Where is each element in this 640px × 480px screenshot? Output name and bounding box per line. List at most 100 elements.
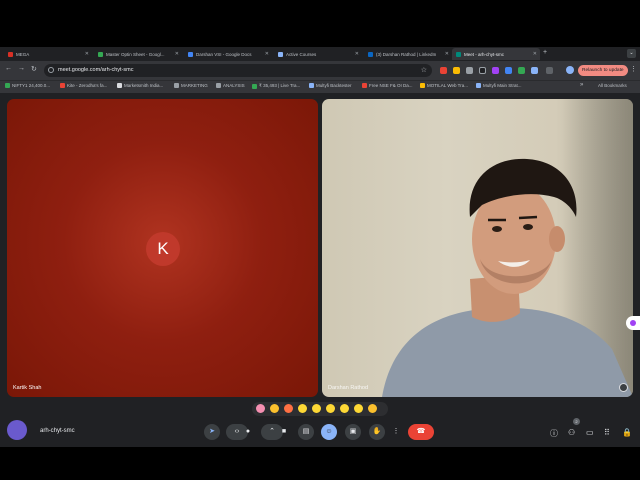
reload-icon[interactable]: ↻ bbox=[31, 65, 37, 73]
browser-toolbar: ← → ↻ meet.google.com/arh-chyt-smc ☆ Rel… bbox=[0, 61, 640, 80]
people-icon[interactable]: ⚇ bbox=[568, 428, 575, 437]
tab-label: MEGA bbox=[16, 51, 30, 57]
site-info-icon[interactable] bbox=[48, 67, 54, 73]
bookmark-folder[interactable]: ANALYSIS bbox=[216, 83, 245, 88]
surprised-face-icon[interactable] bbox=[326, 404, 335, 413]
extension-icon[interactable] bbox=[492, 67, 499, 74]
emoji-reactions-button[interactable]: ☺ bbox=[321, 424, 337, 440]
folder-icon bbox=[216, 83, 221, 88]
laughing-face-icon[interactable] bbox=[312, 404, 321, 413]
reaction-bar bbox=[252, 402, 388, 416]
browser-tab[interactable]: Active Courses ✕ bbox=[274, 48, 362, 60]
party-popper-icon[interactable] bbox=[284, 404, 293, 413]
bookmark-item[interactable]: Kite - Zerodha's fa... bbox=[60, 83, 107, 88]
close-icon[interactable]: ✕ bbox=[533, 51, 537, 57]
courses-icon bbox=[278, 51, 283, 57]
thumbs-up-icon[interactable] bbox=[270, 404, 279, 413]
more-options-icon[interactable]: ⋮ bbox=[391, 424, 401, 440]
end-call-button[interactable]: ☎ bbox=[408, 424, 434, 440]
new-tab-button[interactable]: + bbox=[543, 49, 547, 56]
extension-icon[interactable] bbox=[453, 67, 460, 74]
close-icon[interactable]: ✕ bbox=[355, 51, 359, 57]
gemini-icon bbox=[630, 320, 636, 326]
bookmark-item[interactable]: MOTILAL Web Tra... bbox=[420, 83, 468, 88]
meeting-code: arh-chyt-smc bbox=[40, 428, 75, 434]
bookmark-item[interactable]: ₹ 35,493 | Live Tra... bbox=[252, 83, 300, 89]
docs-icon bbox=[188, 51, 193, 57]
participant-tile[interactable]: K Kartik Shah bbox=[7, 99, 318, 397]
extension-icon[interactable] bbox=[440, 67, 447, 74]
host-controls-icon[interactable]: 🔒 bbox=[622, 428, 632, 437]
raise-hand-icon[interactable]: ✋ bbox=[369, 424, 385, 440]
address-text: meet.google.com/arh-chyt-smc bbox=[58, 67, 134, 73]
extensions-puzzle-icon[interactable] bbox=[546, 67, 553, 74]
extension-icon[interactable] bbox=[479, 67, 486, 74]
crying-face-icon[interactable] bbox=[340, 404, 349, 413]
browser-tab[interactable]: (3) Darshan Rathod | LinkedIn ✕ bbox=[364, 48, 452, 60]
bookmarks-overflow-button[interactable]: » bbox=[580, 82, 583, 88]
forward-icon[interactable]: → bbox=[18, 65, 25, 72]
thinking-face-icon[interactable] bbox=[354, 404, 363, 413]
camera-icon[interactable]: ■ bbox=[276, 424, 292, 440]
all-bookmarks-button[interactable]: All Bookmarks bbox=[598, 83, 627, 88]
relaunch-button[interactable]: Relaunch to update bbox=[578, 65, 628, 76]
present-screen-icon[interactable]: ▣ bbox=[345, 424, 361, 440]
bookmark-favicon-icon bbox=[420, 83, 425, 88]
bookmark-item[interactable]: Free NSE F& OI Da... bbox=[362, 83, 413, 88]
pink-heart-icon[interactable] bbox=[256, 404, 265, 413]
extension-icon[interactable] bbox=[505, 67, 512, 74]
extension-icon[interactable] bbox=[518, 67, 525, 74]
mega-icon bbox=[8, 51, 13, 57]
clapping-hands-icon[interactable] bbox=[298, 404, 307, 413]
participant-name: Kartik Shah bbox=[13, 385, 42, 391]
sheets-icon bbox=[98, 51, 103, 57]
browser-tab[interactable]: Darshan VSI - Google Docs ✕ bbox=[184, 48, 272, 60]
bookmark-favicon-icon bbox=[5, 83, 10, 88]
microphone-icon[interactable]: ● bbox=[240, 424, 256, 440]
tab-label: Active Courses bbox=[286, 51, 317, 57]
close-icon[interactable]: ✕ bbox=[175, 51, 179, 57]
bookmark-item[interactable]: Multyfi Main Strat... bbox=[476, 83, 522, 88]
bookmark-folder[interactable]: MARKETING bbox=[174, 83, 208, 88]
folder-icon bbox=[174, 83, 179, 88]
avatar: K bbox=[146, 232, 180, 266]
bookmark-star-icon[interactable]: ☆ bbox=[421, 66, 427, 74]
browser-tab[interactable]: Master Optin Sheet - Googl... ✕ bbox=[94, 48, 182, 60]
thumbs-down-icon[interactable] bbox=[368, 404, 377, 413]
profile-avatar[interactable] bbox=[566, 66, 574, 74]
info-icon[interactable]: ⓘ bbox=[550, 428, 558, 439]
tab-search-button[interactable]: ⌄ bbox=[627, 49, 636, 58]
participant-video-tile[interactable]: Darshan Rathod bbox=[322, 99, 633, 397]
browser-tab[interactable]: MEGA ✕ bbox=[4, 48, 92, 60]
captions-icon[interactable]: ▤ bbox=[298, 424, 314, 440]
browser-tab-active[interactable]: Meet - arh-chyt-smc ✕ bbox=[452, 48, 540, 60]
close-icon[interactable]: ✕ bbox=[85, 51, 89, 57]
bookmark-item[interactable]: NIFTY1 24,400.0... bbox=[5, 83, 50, 88]
tab-label: Darshan VSI - Google Docs bbox=[196, 51, 252, 57]
pin-tile-icon[interactable] bbox=[619, 383, 628, 392]
side-panel-button[interactable] bbox=[626, 316, 640, 330]
send-icon[interactable]: ➤ bbox=[204, 424, 220, 440]
chat-icon[interactable]: ▭ bbox=[586, 428, 594, 437]
extension-icon[interactable] bbox=[531, 67, 538, 74]
bookmark-item[interactable]: Marketsmith India... bbox=[117, 83, 163, 88]
back-icon[interactable]: ← bbox=[5, 65, 12, 72]
meet-icon bbox=[456, 51, 461, 57]
activities-icon[interactable]: ⠿ bbox=[604, 428, 610, 437]
bookmark-favicon-icon bbox=[309, 83, 314, 88]
linkedin-icon bbox=[368, 51, 373, 57]
bookmark-item[interactable]: Multyfi Backtester bbox=[309, 83, 352, 88]
extension-icon[interactable] bbox=[466, 67, 473, 74]
close-icon[interactable]: ✕ bbox=[445, 51, 449, 57]
participant-video-feed bbox=[382, 158, 633, 397]
address-bar[interactable]: meet.google.com/arh-chyt-smc ☆ bbox=[44, 64, 432, 77]
bookmarks-bar: NIFTY1 24,400.0... Kite - Zerodha's fa..… bbox=[0, 80, 640, 93]
meet-logo-icon bbox=[7, 420, 27, 440]
bookmark-favicon-icon bbox=[117, 83, 122, 88]
call-controls: arh-chyt-smc ➤ ‹› ● ⌃ ■ ▤ ☺ ▣ ✋ ⋮ ☎ ⓘ ⚇ … bbox=[0, 418, 640, 447]
close-icon[interactable]: ✕ bbox=[265, 51, 269, 57]
tab-label: Meet - arh-chyt-smc bbox=[464, 51, 505, 57]
bookmark-favicon-icon bbox=[362, 83, 367, 88]
more-menu-icon[interactable]: ⋮ bbox=[630, 65, 637, 73]
tab-label: (3) Darshan Rathod | LinkedIn bbox=[376, 51, 437, 57]
